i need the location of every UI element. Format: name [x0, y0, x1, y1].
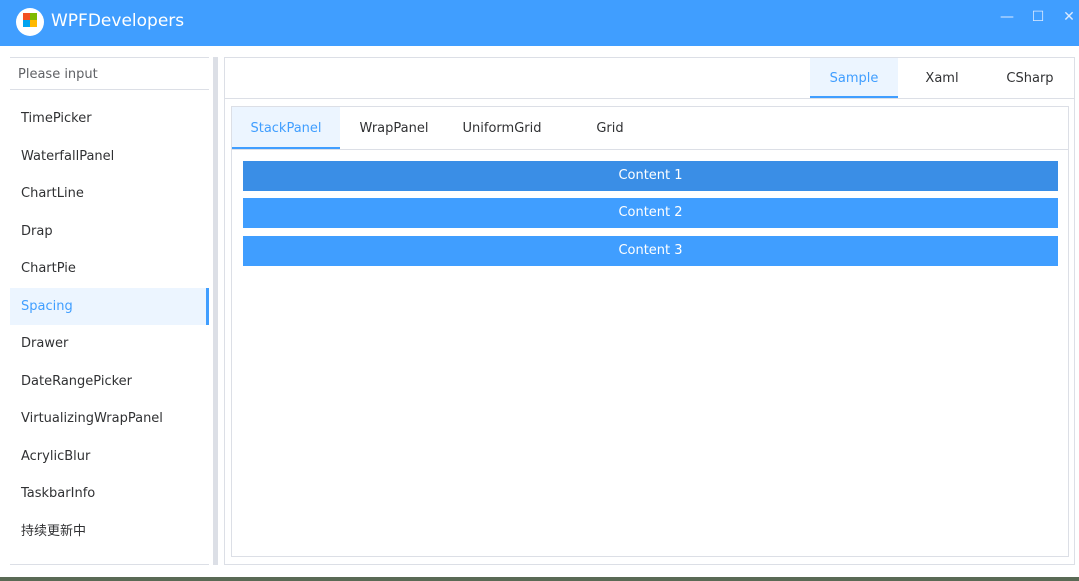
tab-uniformgrid[interactable]: UniformGrid — [448, 107, 556, 149]
sidebar-item[interactable]: VirtualizingWrapPanel — [10, 400, 209, 437]
sidebar-item[interactable]: Drawer — [10, 325, 209, 362]
sidebar-item[interactable]: AcrylicBlur — [10, 438, 209, 475]
app-logo-icon — [16, 8, 44, 36]
top-tabs: Sample Xaml CSharp — [225, 58, 1074, 99]
tab-stackpanel[interactable]: StackPanel — [232, 107, 340, 149]
sidebar-item[interactable]: TaskbarInfo — [10, 475, 209, 512]
sidebar-item[interactable]: 持续更新中 — [10, 513, 209, 550]
sidebar-scrollbar[interactable] — [213, 57, 218, 565]
content-item-1: Content 1 — [243, 161, 1058, 191]
desktop-strip — [0, 577, 1079, 581]
main-panel: Sample Xaml CSharp StackPanel WrapPanel … — [224, 57, 1075, 565]
tab-wrappanel[interactable]: WrapPanel — [340, 107, 448, 149]
tab-sample[interactable]: Sample — [810, 58, 898, 98]
sample-panel: StackPanel WrapPanel UniformGrid Grid Co… — [231, 106, 1069, 557]
tab-grid[interactable]: Grid — [556, 107, 664, 149]
sidebar-item[interactable]: Spacing — [10, 287, 209, 325]
close-button[interactable]: ✕ — [1058, 6, 1079, 28]
content-item-3: Content 3 — [243, 236, 1058, 266]
sidebar-item[interactable]: ChartLine — [10, 175, 209, 212]
sidebar-item[interactable]: TimePicker — [10, 100, 209, 137]
title-bar: WPFDevelopers — ☐ ✕ — [0, 0, 1079, 46]
sidebar-item[interactable]: Drap — [10, 213, 209, 250]
tab-xaml[interactable]: Xaml — [898, 58, 986, 98]
sidebar: Please input TimePicker WaterfallPanel Cha… — [10, 57, 209, 565]
sidebar-item[interactable]: ChartPie — [10, 250, 209, 287]
maximize-button[interactable]: ☐ — [1027, 6, 1049, 28]
search-input[interactable]: Please input — [10, 58, 209, 90]
sidebar-item[interactable]: WaterfallPanel — [10, 138, 209, 175]
tab-csharp[interactable]: CSharp — [986, 58, 1074, 98]
content-item-2: Content 2 — [243, 198, 1058, 228]
minimize-button[interactable]: — — [996, 6, 1018, 28]
window-title: WPFDevelopers — [51, 11, 185, 31]
sidebar-item[interactable]: DateRangePicker — [10, 363, 209, 400]
inner-tabs: StackPanel WrapPanel UniformGrid Grid — [232, 107, 1068, 150]
